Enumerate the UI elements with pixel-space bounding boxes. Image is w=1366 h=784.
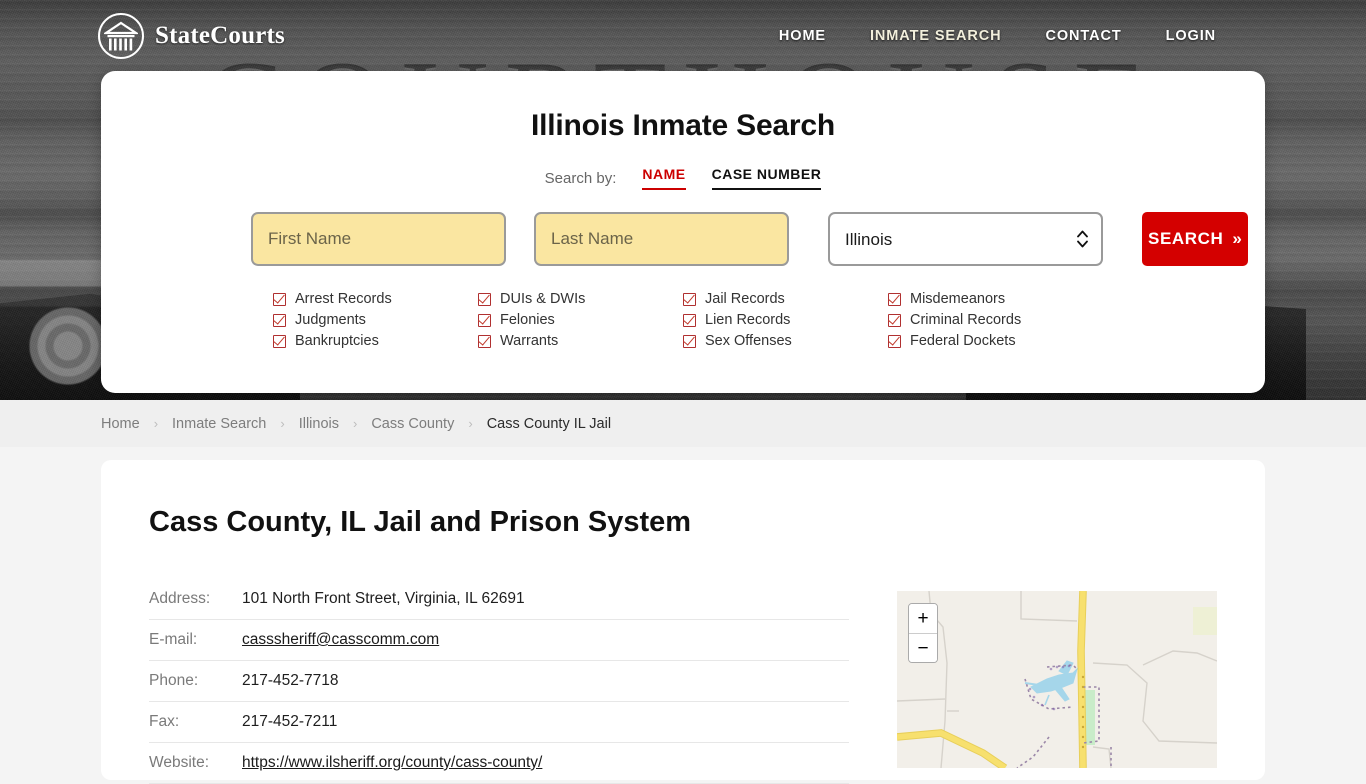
checkmark-icon	[478, 313, 491, 327]
facility-detail-table: Address: 101 North Front Street, Virgini…	[149, 579, 849, 784]
table-row: E-mail: casssheriff@casscomm.com	[149, 620, 849, 661]
chevron-right-icon: ›	[153, 416, 159, 431]
nav-item-home[interactable]: HOME	[779, 28, 826, 44]
checkmark-icon	[888, 292, 901, 306]
breadcrumb-item-current: Cass County IL Jail	[486, 415, 612, 432]
record-type-label: Misdemeanors	[910, 291, 1006, 307]
checkmark-icon	[683, 334, 696, 348]
courthouse-circle-icon	[98, 13, 144, 59]
table-row: Fax: 217-452-7211	[149, 702, 849, 743]
double-chevron-right-icon: »	[1232, 229, 1243, 248]
checkmark-icon	[273, 313, 286, 327]
search-button[interactable]: SEARCH »	[1142, 212, 1249, 266]
table-row: Phone: 217-452-7718	[149, 661, 849, 702]
detail-label: Website:	[149, 754, 210, 771]
record-type-item[interactable]: Judgments	[273, 312, 478, 328]
email-link[interactable]: casssheriff@casscomm.com	[242, 631, 439, 648]
record-type-label: Felonies	[500, 312, 555, 328]
record-type-label: Jail Records	[705, 291, 785, 307]
detail-value: 101 North Front Street, Virginia, IL 626…	[242, 590, 525, 607]
brand-name: StateCourts	[155, 22, 285, 49]
search-by-label: Search by:	[544, 169, 617, 187]
detail-label: E-mail:	[149, 631, 198, 648]
top-navigation-bar: StateCourts HOME INMATE SEARCH CONTACT L…	[0, 0, 1366, 72]
search-button-label: SEARCH	[1148, 229, 1224, 248]
record-type-item[interactable]: Bankruptcies	[273, 333, 478, 349]
checkmark-icon	[683, 313, 696, 327]
search-by-row: Search by: NAME CASE NUMBER	[101, 166, 1265, 190]
record-type-label: Bankruptcies	[295, 333, 379, 349]
map-zoom-controls: + −	[908, 603, 938, 663]
record-type-label: Judgments	[295, 312, 366, 328]
table-row: Address: 101 North Front Street, Virgini…	[149, 579, 849, 620]
page-title: Cass County, IL Jail and Prison System	[149, 506, 692, 538]
record-type-item[interactable]: Lien Records	[683, 312, 888, 328]
nav-item-contact[interactable]: CONTACT	[1045, 28, 1121, 44]
hero-header: COURTHOUSE StateCourts HOME INMATE SEARC…	[0, 0, 1366, 400]
chevron-right-icon: ›	[352, 416, 358, 431]
detail-label: Address:	[149, 590, 211, 607]
record-type-label: Lien Records	[705, 312, 791, 328]
record-type-item[interactable]: Misdemeanors	[888, 291, 1093, 307]
record-type-item[interactable]: Warrants	[478, 333, 683, 349]
breadcrumb-item-cass-county[interactable]: Cass County	[371, 416, 454, 432]
chevron-right-icon: ›	[280, 416, 285, 431]
checkmark-icon	[478, 334, 491, 348]
record-type-label: DUIs & DWIs	[500, 291, 586, 307]
table-row: Website: https://www.ilsheriff.org/count…	[149, 743, 849, 784]
search-form: Illinois SEARCH »	[101, 212, 1265, 266]
record-type-item[interactable]: Jail Records	[683, 291, 888, 307]
brand-logo[interactable]: StateCourts	[98, 13, 285, 59]
record-type-label: Sex Offenses	[705, 333, 792, 349]
nav-item-inmate-search[interactable]: INMATE SEARCH	[870, 28, 1001, 44]
record-type-label: Warrants	[500, 333, 559, 349]
record-type-label: Arrest Records	[295, 291, 392, 307]
checkmark-icon	[273, 334, 286, 348]
checkmark-icon	[888, 334, 901, 348]
first-name-input[interactable]	[251, 212, 506, 266]
record-type-item[interactable]: DUIs & DWIs	[478, 291, 683, 307]
breadcrumb: Home › Inmate Search › Illinois › Cass C…	[0, 400, 1366, 447]
inmate-search-panel: Illinois Inmate Search Search by: NAME C…	[101, 71, 1265, 393]
record-type-label: Federal Dockets	[910, 333, 1016, 349]
detail-label: Phone:	[149, 672, 199, 689]
state-select[interactable]: Illinois	[828, 212, 1103, 266]
chevron-right-icon: ›	[468, 416, 473, 431]
record-type-checklist: Arrest Records DUIs & DWIs Jail Records …	[101, 291, 1265, 349]
breadcrumb-item-inmate-search[interactable]: Inmate Search	[172, 416, 266, 432]
detail-value: 217-452-7718	[242, 672, 339, 689]
record-type-label: Criminal Records	[910, 312, 1022, 328]
main-nav: HOME INMATE SEARCH CONTACT LOGIN	[779, 28, 1216, 44]
breadcrumb-item-illinois[interactable]: Illinois	[299, 416, 339, 432]
tab-search-by-case-number[interactable]: CASE NUMBER	[711, 166, 822, 190]
state-select-wrap: Illinois	[828, 212, 1103, 266]
checkmark-icon	[888, 313, 901, 327]
nav-item-login[interactable]: LOGIN	[1166, 28, 1216, 44]
record-type-item[interactable]: Sex Offenses	[683, 333, 888, 349]
location-map[interactable]: + −	[897, 591, 1217, 768]
record-type-item[interactable]: Criminal Records	[888, 312, 1093, 328]
detail-label: Fax:	[149, 713, 180, 730]
checkmark-icon	[478, 292, 491, 306]
checkmark-icon	[683, 292, 696, 306]
record-type-item[interactable]: Felonies	[478, 312, 683, 328]
map-tiles	[897, 591, 1217, 768]
record-type-item[interactable]: Federal Dockets	[888, 333, 1093, 349]
zoom-in-button[interactable]: +	[909, 604, 937, 633]
checkmark-icon	[273, 292, 286, 306]
breadcrumb-item-home[interactable]: Home	[101, 416, 140, 432]
search-panel-title: Illinois Inmate Search	[530, 109, 836, 142]
detail-value: 217-452-7211	[242, 713, 338, 730]
record-type-item[interactable]: Arrest Records	[273, 291, 478, 307]
tab-search-by-name[interactable]: NAME	[642, 166, 686, 190]
website-link[interactable]: https://www.ilsheriff.org/county/cass-co…	[242, 754, 542, 771]
zoom-out-button[interactable]: −	[909, 633, 937, 662]
last-name-input[interactable]	[534, 212, 789, 266]
